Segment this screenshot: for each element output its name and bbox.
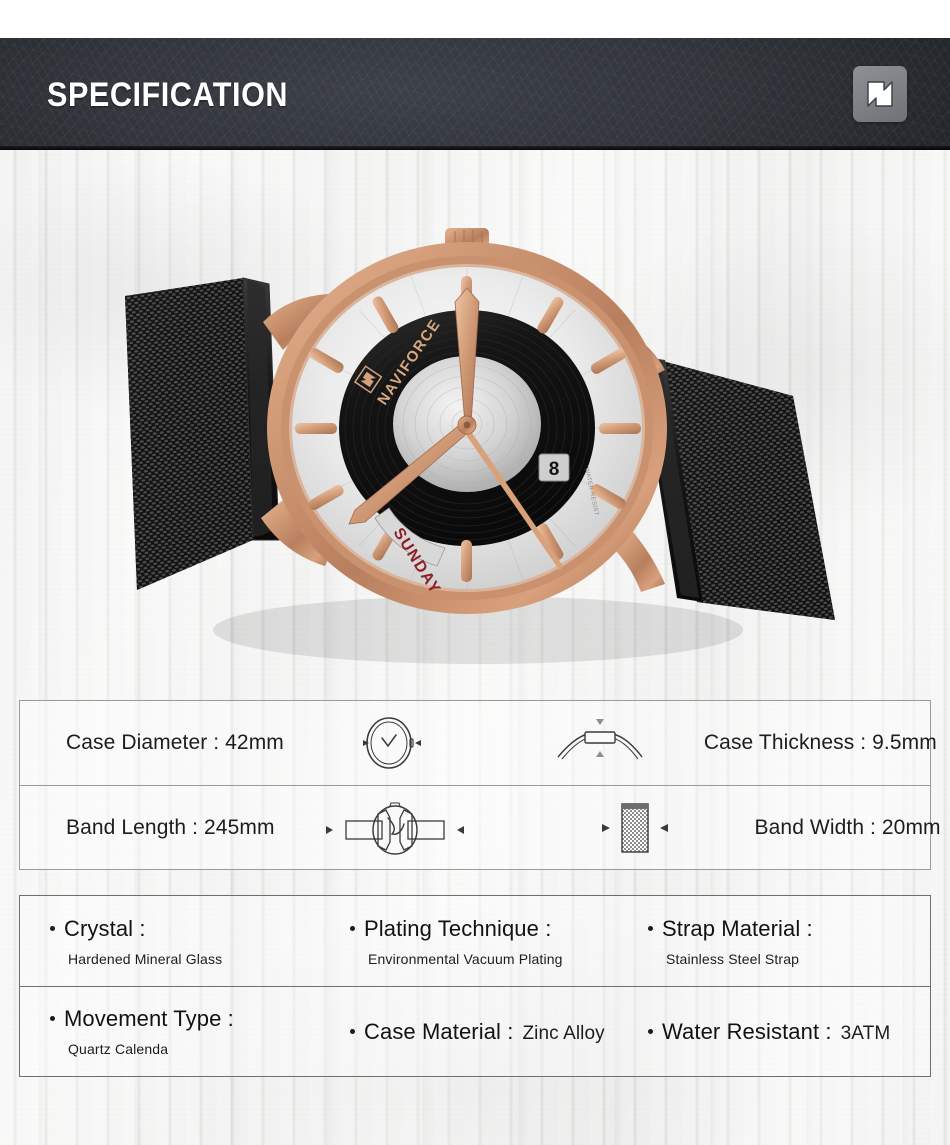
spec-value: Stainless Steel Strap (666, 950, 800, 967)
table-row: Crystal : Hardened Mineral Glass Plating… (20, 896, 930, 986)
bullet-icon (50, 1016, 55, 1021)
spec-title: Strap Material : (662, 915, 813, 941)
left-mesh-band (125, 277, 280, 590)
dimensions-table: Case Diameter : 42mm Case Thickness: 9.… (19, 700, 941, 870)
spec-item-plating-technique: Plating Technique : Environmental Vacuum… (332, 896, 632, 986)
bullet-icon (648, 1028, 653, 1034)
watch-case-thickness-icon (494, 701, 704, 785)
band-length-cell: Band Length : 245mm (20, 786, 275, 869)
watch-band-width-icon (515, 786, 755, 869)
band-width-label: Band Width : 20mm (754, 815, 941, 839)
case-diameter-label: Case Diameter : 42mm (66, 731, 284, 754)
watch-band-length-icon (275, 786, 515, 869)
table-row: Band Length : 245mm Band Width: 20mm (20, 785, 941, 869)
spec-value: Hardened Mineral Glass (68, 950, 223, 967)
band-width-cell: Band Width : 20mm (755, 786, 950, 869)
spec-value: Environmental Vacuum Plating (368, 950, 563, 967)
band-length-label: Band Length : 245mm (66, 815, 275, 839)
page-title: SPECIFICATION (47, 76, 289, 114)
table-row: Case Diameter : 42mm Case Thickness: 9.… (20, 701, 937, 785)
spec-title: Case Material : (364, 1018, 514, 1044)
bullet-icon (648, 925, 653, 931)
watch-case-diameter-icon (284, 701, 494, 785)
spec-item-case-material: Case Material : Zinc Alloy (332, 987, 632, 1076)
watch-case: NAVIFORCE SUNDAY 8 WATER RESIST (267, 242, 667, 614)
right-mesh-band (639, 356, 835, 620)
case-diameter-cell: Case Diameter : 42mm (20, 701, 284, 785)
spec-value: Quartz Calenda (68, 1041, 169, 1057)
watch-image: NAVIFORCE SUNDAY 8 WATER RESIST (93, 210, 853, 680)
spec-title: Crystal : (64, 915, 146, 941)
spec-item-movement-type: Movement Type : Quartz Calenda (20, 987, 332, 1076)
spec-item-crystal: Crystal : Hardened Mineral Glass (20, 896, 332, 986)
spec-title: Plating Technique : (364, 915, 552, 941)
table-row: Movement Type : Quartz Calenda Case Mate… (20, 986, 930, 1076)
svg-text:8: 8 (549, 459, 560, 480)
spec-item-water-resistant: Water Resistant : 3ATM (632, 987, 930, 1076)
naviforce-n-logo-icon (863, 76, 897, 112)
product-photo: NAVIFORCE SUNDAY 8 WATER RESIST Case Dia… (0, 150, 950, 1145)
spec-item-strap-material: Strap Material : Stainless Steel Strap (632, 896, 930, 986)
case-thickness-label: Case Thickness : 9.5mm (703, 731, 937, 754)
case-thickness-cell: Case Thickness : 9.5mm (704, 701, 950, 785)
bullet-icon (50, 925, 55, 931)
brand-logo-badge (853, 66, 907, 122)
bullet-icon (350, 1028, 355, 1034)
page-header: SPECIFICATION (0, 38, 950, 150)
spec-title: Water Resistant : (662, 1018, 832, 1044)
top-white-strip (0, 0, 950, 38)
spec-title: Movement Type : (64, 1006, 234, 1031)
dial-date-window: 8 (538, 453, 570, 482)
spec-inline-value: 3ATM (840, 1022, 891, 1044)
specification-page: SPECIFICATION NAVIFORCE SUNDAY 8 WATER R… (0, 0, 950, 1145)
spec-inline-value: Zinc Alloy (522, 1022, 605, 1044)
materials-table: Crystal : Hardened Mineral Glass Plating… (19, 895, 931, 1077)
bullet-icon (350, 925, 355, 931)
